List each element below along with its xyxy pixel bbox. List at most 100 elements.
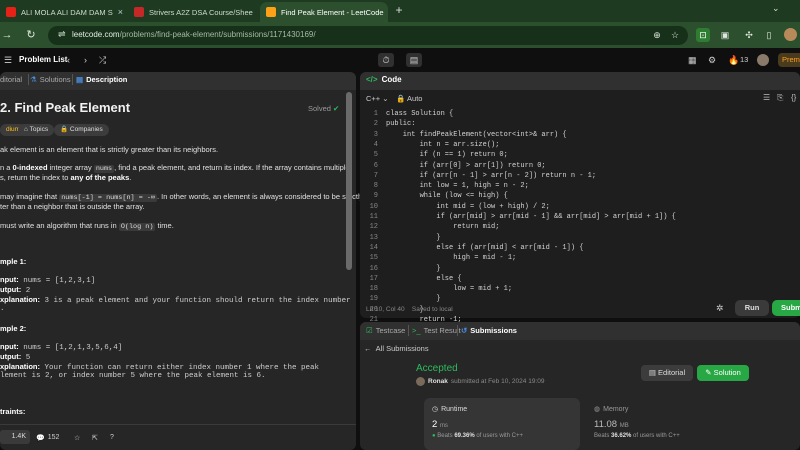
tab-submissions[interactable]: ↺ Submissions <box>461 326 517 335</box>
run-button[interactable]: Run <box>735 300 769 316</box>
code-line[interactable]: if (n == 1) return 0; <box>386 151 508 159</box>
user-avatar[interactable] <box>757 54 769 66</box>
browser-tab[interactable]: Strivers A2Z DSA Course/Shee × <box>128 2 256 22</box>
tab-testcase[interactable]: ☑ Testcase <box>366 326 405 335</box>
code-line[interactable]: int mid = (low + high) / 2; <box>386 203 549 211</box>
user-avatar <box>416 377 425 386</box>
extensions-puzzle-icon[interactable]: ✣ <box>742 28 756 42</box>
back-label: All Submissions <box>375 344 429 353</box>
text-run: 0-indexed <box>12 163 48 172</box>
tab-test-result[interactable]: >_ Test Result <box>412 326 461 335</box>
code-line[interactable]: else if (arr[mid] < arr[mid - 1]) { <box>386 244 583 252</box>
like-button[interactable]: 1.4K <box>0 430 30 444</box>
example-line: xplanation: Your function can return eit… <box>0 362 319 372</box>
scrollbar[interactable] <box>346 92 352 270</box>
memory-beats: Beats 36.62% of users with C++ <box>594 433 680 439</box>
line-number: 15 <box>369 254 378 263</box>
settings-gear-icon[interactable]: ⚙ <box>708 53 716 67</box>
takeuforward-favicon-icon <box>134 7 144 17</box>
site-info-icon[interactable]: ⇌ <box>58 29 66 40</box>
editorial-button[interactable]: ▤ Editorial <box>641 365 693 381</box>
browser-tab[interactable]: ALI MOLA ALI DAM DAM S × <box>0 2 124 22</box>
username[interactable]: Ronak <box>428 378 448 385</box>
extension-icon[interactable]: ▣ <box>718 28 732 42</box>
code-line[interactable]: return mid; <box>386 223 499 231</box>
code-line[interactable]: class Solution { <box>386 110 453 118</box>
bookmark-star-icon[interactable]: ☆ <box>668 28 682 42</box>
debug-icon[interactable]: ✲ <box>716 303 724 314</box>
timer-icon[interactable]: ⏱ <box>378 53 394 67</box>
all-submissions-link[interactable]: ← All Submissions <box>364 344 429 353</box>
text-run: may imagine that <box>0 192 60 201</box>
next-problem-icon[interactable]: › <box>84 53 87 67</box>
code-line[interactable]: if (arr[n - 1] > arr[n - 2]) return n - … <box>386 172 596 180</box>
description-paragraph: s, return the index to any of the peaks. <box>0 173 131 183</box>
url-text[interactable]: leetcode.com/problems/find-peak-element/… <box>72 30 316 39</box>
side-panel-icon[interactable]: ▯ <box>762 28 776 42</box>
code-line[interactable]: high = mid - 1; <box>386 254 516 262</box>
format-icon[interactable]: ☰ <box>763 93 770 102</box>
runtime-percentile: 69.36% <box>454 433 475 439</box>
reload-icon[interactable]: ↻ <box>24 28 38 42</box>
code-line[interactable]: if (arr[mid] > arr[mid - 1] && arr[mid] … <box>386 213 675 221</box>
bookmark-icon[interactable]: ⎘ <box>777 93 783 103</box>
notes-icon[interactable]: ▤ <box>406 53 422 67</box>
layout-icon[interactable]: ▦ <box>688 53 697 67</box>
clock-icon: ◷ <box>432 406 439 413</box>
code-line[interactable]: low = mid + 1; <box>386 285 512 293</box>
tab-description[interactable]: ▤ Description <box>76 75 127 84</box>
tab-editorial[interactable]: ditorial <box>0 75 22 84</box>
comments-button[interactable]: 💬 152 <box>36 431 59 444</box>
companies-button[interactable]: 🔒 Companies <box>54 124 109 136</box>
example-line: . <box>0 305 5 313</box>
autocomplete-mode[interactable]: 🔒 Auto <box>396 94 422 103</box>
close-tab-icon[interactable]: × <box>118 7 123 17</box>
help-icon[interactable]: ? <box>110 431 114 444</box>
youtube-favicon-icon <box>6 7 16 17</box>
code-line[interactable]: int findPeakElement(vector<int>& arr) { <box>386 131 567 139</box>
code-line[interactable]: public: <box>386 120 415 128</box>
code-line[interactable]: } <box>386 265 440 273</box>
checkbox-icon: ☑ <box>366 326 373 335</box>
text-run: n a <box>0 163 13 172</box>
forward-icon[interactable]: → <box>0 28 14 42</box>
prev-problem-icon[interactable]: ‹ <box>67 53 70 67</box>
tab-divider <box>28 74 29 85</box>
tab-search-icon[interactable]: ⌄ <box>772 3 780 14</box>
new-tab-icon[interactable]: + <box>392 3 406 17</box>
braces-icon[interactable]: {} <box>791 93 796 102</box>
code-icon: </> <box>366 75 378 84</box>
constraints-heading: traints: <box>0 407 26 416</box>
browser-tab-active[interactable]: Find Peak Element - LeetCode × <box>260 2 388 22</box>
code-line[interactable]: else { <box>386 275 461 283</box>
label: utput: <box>0 352 22 361</box>
extension-icon[interactable]: ⊡ <box>696 28 710 42</box>
submit-button[interactable]: Subm <box>772 300 800 316</box>
streak-fire-icon[interactable]: 🔥 <box>728 53 739 67</box>
code-line[interactable]: while (low <= high) { <box>386 192 508 200</box>
tab-solutions[interactable]: ⚗ Solutions <box>30 75 71 84</box>
solution-button[interactable]: ✎ Solution <box>697 365 749 381</box>
code-line[interactable]: } <box>386 234 440 242</box>
favorite-star-icon[interactable]: ☆ <box>74 431 80 444</box>
problem-list-icon[interactable]: ☰ <box>4 53 12 67</box>
code-line[interactable]: if (arr[0] > arr[1]) return 0; <box>386 162 546 170</box>
profile-avatar[interactable] <box>784 28 797 41</box>
premium-button[interactable]: Premi <box>778 53 800 67</box>
share-icon[interactable]: ⇱ <box>92 431 98 444</box>
shuffle-icon[interactable]: ⤮ <box>99 53 106 67</box>
value: 2 <box>21 287 31 295</box>
topics-button[interactable]: ⌂ Topics <box>18 124 55 136</box>
check-circle-icon: ✔ <box>333 104 340 113</box>
code-line[interactable]: } <box>386 295 440 303</box>
language-select[interactable]: C++ ⌄ <box>366 94 389 103</box>
code-line[interactable]: int low = 1, high = n - 2; <box>386 182 529 190</box>
problem-list-link[interactable]: Problem List <box>19 53 67 67</box>
solved-label: Solved <box>308 104 331 113</box>
line-number: 10 <box>369 202 378 211</box>
code-line[interactable]: int n = arr.size(); <box>386 141 500 149</box>
tab-divider <box>72 74 73 85</box>
verdict: Accepted <box>416 363 458 374</box>
zoom-icon[interactable]: ⊕ <box>650 28 664 42</box>
line-number: 5 <box>373 151 378 160</box>
